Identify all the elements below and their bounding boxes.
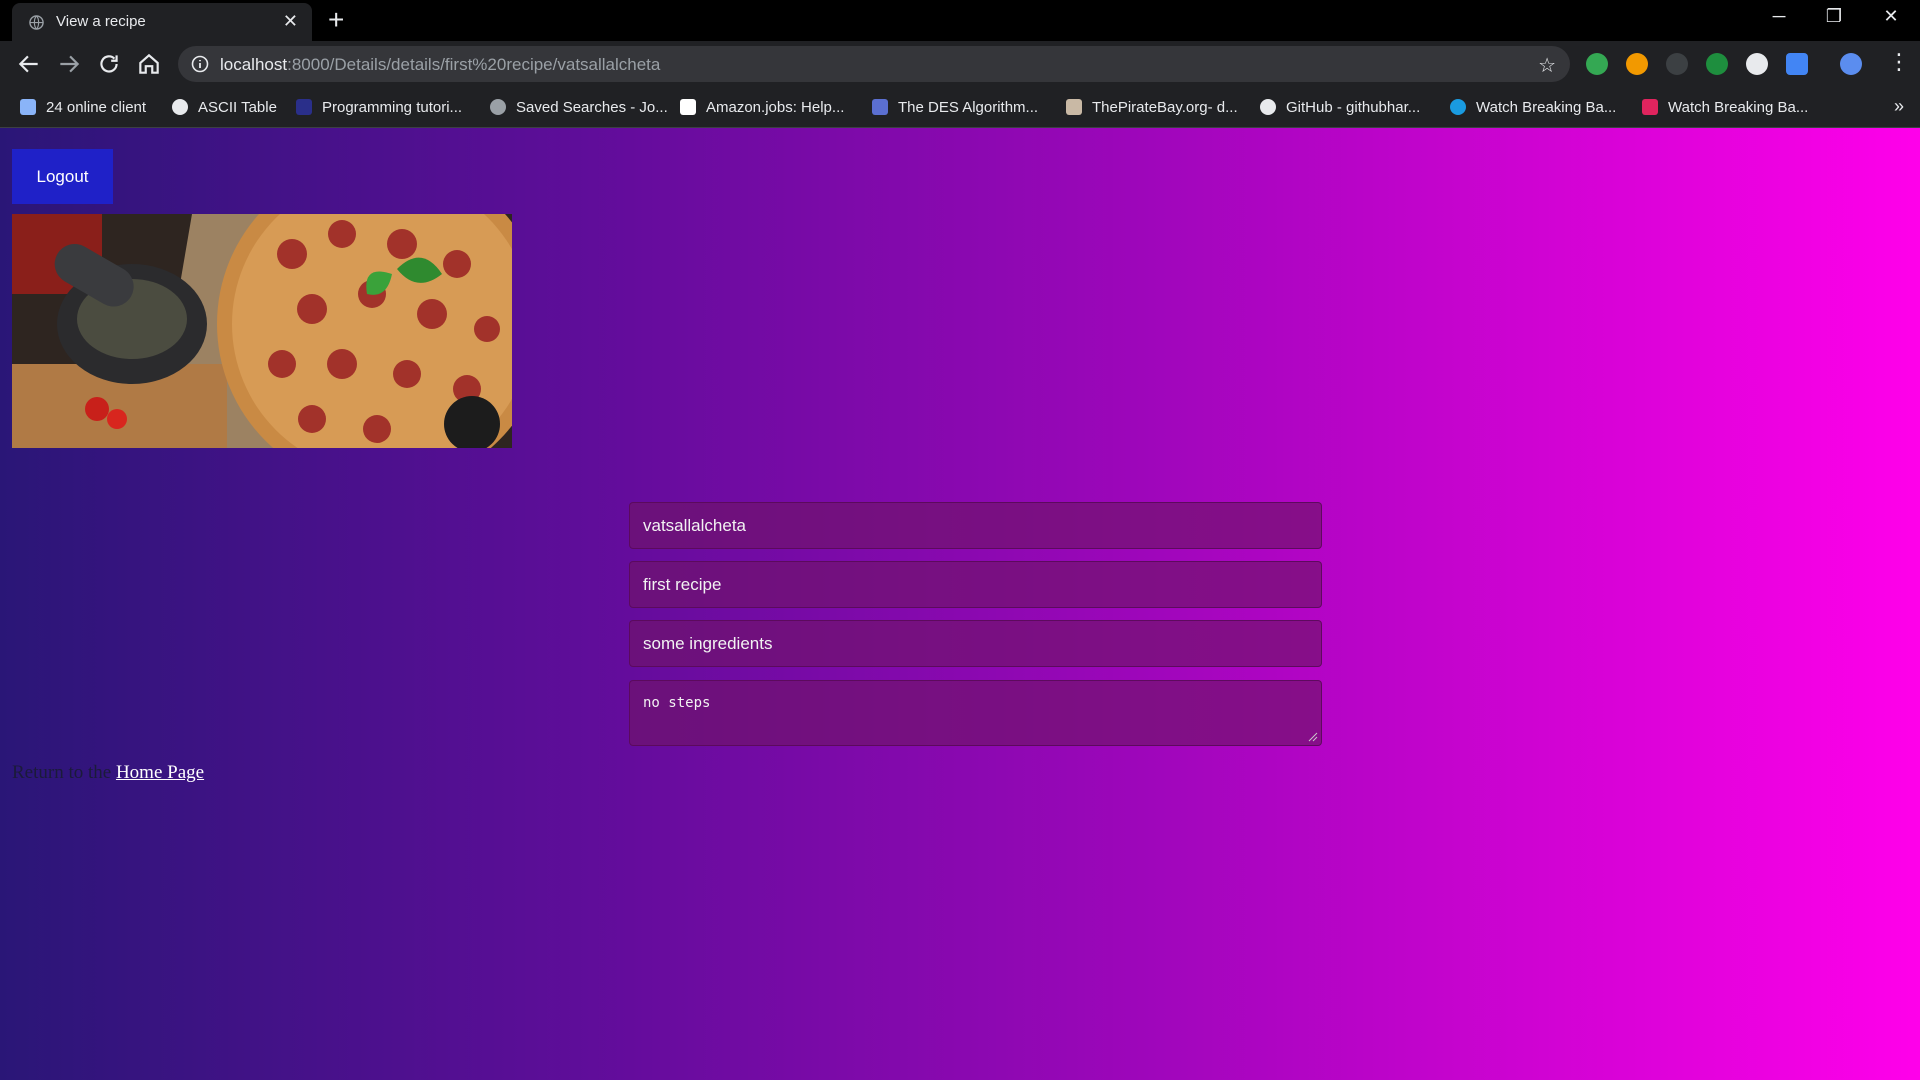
bookmarks-bar: 24 online client ASCII Table Programming… — [0, 87, 1920, 128]
bookmark-favicon-icon — [872, 99, 888, 115]
bookmark-item[interactable]: Watch Breaking Ba... — [1642, 96, 1808, 118]
bookmark-favicon-icon — [296, 99, 312, 115]
logout-button[interactable]: Logout — [12, 149, 113, 204]
minimize-icon[interactable]: ─ — [1764, 6, 1794, 27]
globe-icon — [29, 15, 44, 30]
username-field[interactable]: vatsallalcheta — [629, 502, 1322, 549]
url-text: localhost:8000/Details/details/first%20r… — [220, 55, 661, 74]
globe-icon — [172, 99, 188, 115]
pirate-ship-icon — [1066, 99, 1082, 115]
braces-extension-icon[interactable] — [1666, 53, 1688, 75]
info-icon[interactable] — [191, 55, 209, 73]
camera-extension-icon[interactable] — [1786, 53, 1808, 75]
apple-icon — [490, 99, 506, 115]
bookmark-item[interactable]: GitHub - githubhar... — [1260, 96, 1420, 118]
page-content: Logout vatsallalcheta first recipe some … — [0, 128, 1920, 1080]
menu-icon[interactable]: ⋮ — [1888, 49, 1910, 75]
steps-text: no steps — [643, 695, 711, 711]
close-tab-icon[interactable]: ✕ — [283, 12, 298, 30]
avatar[interactable] — [1840, 53, 1862, 75]
chrome-extension-icon[interactable] — [1746, 53, 1768, 75]
bookmark-item[interactable]: ThePirateBay.org- d... — [1066, 96, 1238, 118]
address-bar[interactable]: localhost:8000/Details/details/first%20r… — [178, 46, 1570, 82]
tab-strip: View a recipe ✕ + ─ ❐ ✕ — [0, 0, 1920, 41]
tab-view-recipe[interactable]: View a recipe ✕ — [12, 3, 312, 41]
bookmark-item[interactable]: The DES Algorithm... — [872, 96, 1038, 118]
reload-icon[interactable] — [96, 51, 122, 77]
return-home-text: Return to the Home Page — [12, 762, 205, 783]
green-extension-icon[interactable] — [1706, 53, 1728, 75]
bookmark-item[interactable]: Saved Searches - Jo... — [490, 96, 668, 118]
more-bookmarks-icon[interactable]: » — [1894, 96, 1904, 117]
resize-handle-icon[interactable] — [1308, 732, 1318, 742]
bookmark-item[interactable]: 24 online client — [20, 96, 146, 118]
pizza-image — [12, 214, 512, 448]
restore-icon[interactable]: ❐ — [1819, 6, 1849, 27]
back-icon[interactable] — [16, 51, 42, 77]
bookmark-item[interactable]: Watch Breaking Ba... — [1450, 96, 1616, 118]
bookmark-star-icon[interactable]: ☆ — [1538, 53, 1556, 78]
shield-extension-icon[interactable] — [1586, 53, 1608, 75]
amazon-icon — [680, 99, 696, 115]
steps-textarea[interactable]: no steps — [629, 680, 1322, 746]
play-icon — [1450, 99, 1466, 115]
home-icon[interactable] — [136, 51, 162, 77]
fire-extension-icon[interactable] — [1626, 53, 1648, 75]
bookmark-favicon-icon — [1642, 99, 1658, 115]
cloud-icon — [20, 99, 36, 115]
forward-icon[interactable] — [56, 51, 82, 77]
github-icon — [1260, 99, 1276, 115]
bookmark-item[interactable]: Amazon.jobs: Help... — [680, 96, 844, 118]
bookmark-item[interactable]: ASCII Table — [172, 96, 277, 118]
home-page-link[interactable]: Home Page — [116, 762, 204, 783]
tab-title: View a recipe — [56, 13, 146, 30]
recipe-image — [12, 214, 512, 448]
bookmark-item[interactable]: Programming tutori... — [296, 96, 462, 118]
window-close-icon[interactable]: ✕ — [1876, 6, 1906, 27]
new-tab-button[interactable]: + — [328, 6, 344, 34]
recipe-name-field[interactable]: first recipe — [629, 561, 1322, 608]
browser-toolbar: localhost:8000/Details/details/first%20r… — [0, 41, 1920, 87]
ingredients-field[interactable]: some ingredients — [629, 620, 1322, 667]
